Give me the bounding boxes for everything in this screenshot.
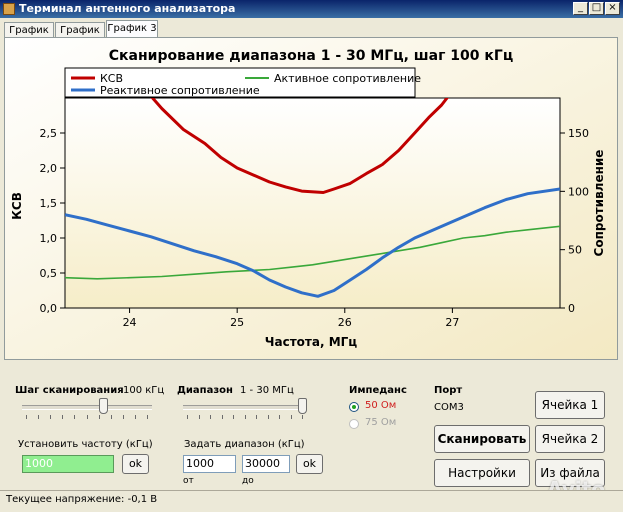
set-freq-input[interactable]: 1000 xyxy=(22,455,114,473)
close-button[interactable]: × xyxy=(605,2,620,15)
y-right-tick-label: 50 xyxy=(568,244,582,257)
range-to-label: до xyxy=(242,476,254,486)
scan-step-value: 100 кГц xyxy=(123,385,165,396)
slider-tick xyxy=(147,415,148,419)
range-value: 1 - 30 МГц xyxy=(240,385,294,396)
minimize-button[interactable]: _ xyxy=(573,2,588,15)
slider-tick xyxy=(199,415,200,419)
window-title: Терминал антенного анализатора xyxy=(19,2,236,15)
x-tick-label: 25 xyxy=(230,316,244,329)
slider-tick xyxy=(268,415,269,419)
legend-item-active: Активное сопротивление xyxy=(274,72,421,85)
tab-graph-1[interactable]: График 1 xyxy=(4,22,54,51)
scan-step-label: Шаг сканирования xyxy=(15,385,124,396)
chart-panel: Сканирование диапазона 1 - 30 МГц, шаг 1… xyxy=(4,37,618,360)
range-slider[interactable] xyxy=(183,398,307,420)
y-tick-label: 1,5 xyxy=(40,197,58,210)
slider-tick xyxy=(302,415,303,419)
x-tick-label: 24 xyxy=(123,316,137,329)
scan-step-slider[interactable] xyxy=(22,398,152,420)
set-freq-ok-button[interactable]: ok xyxy=(122,454,149,474)
slider-tick xyxy=(123,415,124,419)
slider-tick xyxy=(279,415,280,419)
slider-tick xyxy=(26,415,27,419)
status-bar: Текущее напряжение: -0,1 В xyxy=(0,490,623,512)
slider-tick xyxy=(74,415,75,419)
y-tick-label: 2,0 xyxy=(40,162,58,175)
range-from-input[interactable]: 1000 xyxy=(183,455,236,473)
slider-tick xyxy=(291,415,292,419)
range-from-label: от xyxy=(183,476,194,486)
cell-2-button[interactable]: Ячейка 2 xyxy=(535,425,605,453)
slider-tick xyxy=(222,415,223,419)
slider-tick xyxy=(245,415,246,419)
app-icon xyxy=(3,3,15,15)
slider-tick xyxy=(87,415,88,419)
slider-tick xyxy=(99,415,100,419)
port-value: COM3 xyxy=(434,402,464,413)
legend-item-reactive: Реактивное сопротивление xyxy=(100,84,260,97)
set-range-label: Задать диапазон (кГц) xyxy=(184,439,305,450)
range-slider-thumb[interactable] xyxy=(298,398,307,414)
legend: КСВ Активное сопротивление Реактивное со… xyxy=(64,67,421,98)
y-right-tick-label: 100 xyxy=(568,185,589,198)
slider-tick xyxy=(62,415,63,419)
settings-button[interactable]: Настройки xyxy=(434,459,530,487)
impedance-75-label: 75 Ом xyxy=(365,417,397,428)
title-bar: Терминал антенного анализатора _ □ × xyxy=(0,0,623,18)
x-tick-label: 26 xyxy=(338,316,352,329)
y-tick-label: 0,0 xyxy=(40,302,58,315)
tab-graph-2[interactable]: График 2 xyxy=(55,22,105,51)
maximize-button[interactable]: □ xyxy=(589,2,604,15)
scan-step-slider-thumb[interactable] xyxy=(99,398,108,414)
slider-tick xyxy=(111,415,112,419)
x-tick-label: 27 xyxy=(445,316,459,329)
set-range-ok-button[interactable]: ok xyxy=(296,454,323,474)
slider-tick xyxy=(256,415,257,419)
range-to-input[interactable]: 30000 xyxy=(242,455,290,473)
slider-tick xyxy=(187,415,188,419)
y-tick-label: 1,0 xyxy=(40,232,58,245)
y-right-tick-label: 150 xyxy=(568,127,589,140)
slider-tick xyxy=(135,415,136,419)
y-tick-label: 0,5 xyxy=(40,267,58,280)
scan-step-slider-track xyxy=(22,405,152,410)
y-axis-right-label: Сопротивление xyxy=(592,150,606,257)
y-tick-label: 2,5 xyxy=(40,127,58,140)
slider-tick xyxy=(50,415,51,419)
scan-button[interactable]: Сканировать xyxy=(434,425,530,453)
impedance-75-radio[interactable] xyxy=(349,419,359,429)
x-axis-label: Частота, МГц xyxy=(265,335,357,349)
chart-svg: Сканирование диапазона 1 - 30 МГц, шаг 1… xyxy=(5,38,617,359)
impedance-50-radio[interactable] xyxy=(349,402,359,412)
slider-tick xyxy=(233,415,234,419)
tab-graph-3[interactable]: График 3 xyxy=(106,20,158,38)
impedance-50-label: 50 Ом xyxy=(365,400,397,411)
chart-title: Сканирование диапазона 1 - 30 МГц, шаг 1… xyxy=(109,48,513,64)
plot-area xyxy=(64,97,561,309)
y-right-tick-label: 0 xyxy=(568,302,575,315)
slider-tick xyxy=(38,415,39,419)
impedance-label: Импеданс xyxy=(349,385,407,396)
cell-1-button[interactable]: Ячейка 1 xyxy=(535,391,605,419)
slider-tick xyxy=(210,415,211,419)
y-axis-label: КСВ xyxy=(10,192,24,220)
range-label: Диапазон xyxy=(177,385,233,396)
status-text: Текущее напряжение: -0,1 В xyxy=(6,494,158,505)
port-label: Порт xyxy=(434,385,463,396)
set-freq-label: Установить частоту (кГц) xyxy=(18,439,153,450)
range-slider-track xyxy=(183,405,307,410)
